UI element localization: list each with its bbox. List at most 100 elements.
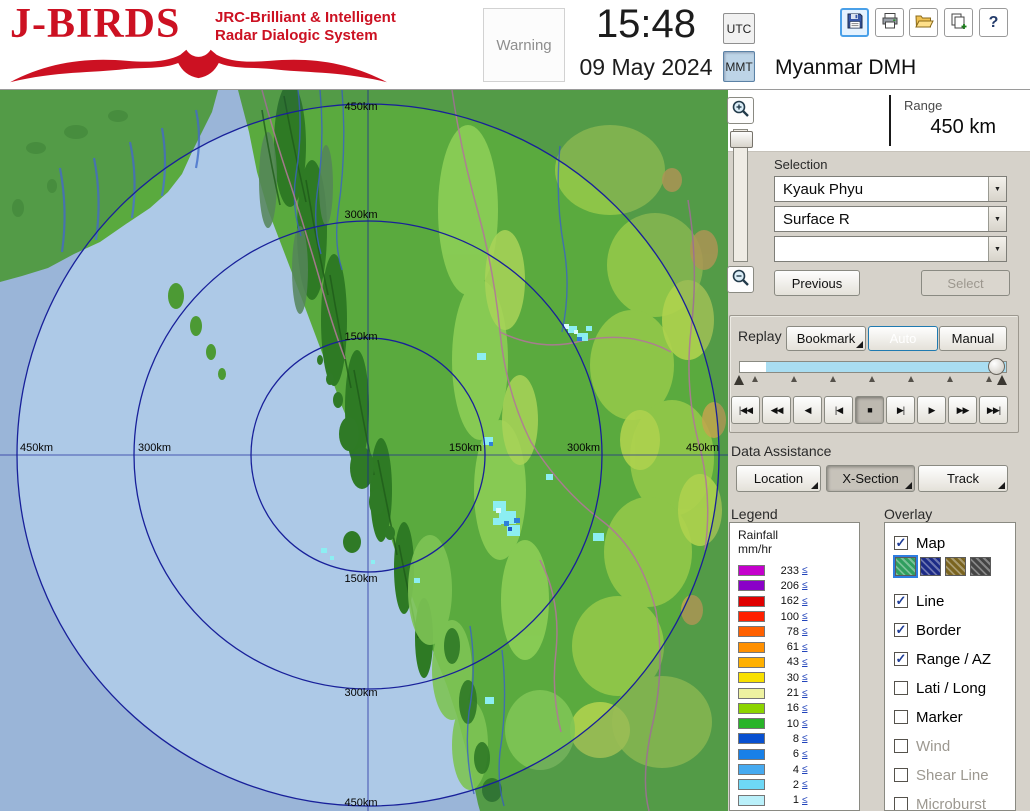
checkbox[interactable]: ✓ <box>894 710 908 724</box>
checkbox: ✓ <box>894 768 908 782</box>
folder-icon <box>914 11 934 34</box>
playback-skip-end-button[interactable]: ▶▶| <box>979 396 1008 424</box>
legend-color-swatch <box>738 642 765 653</box>
track-button-label: Track <box>947 471 979 486</box>
overlay-item-marker[interactable]: ✓ Marker <box>894 707 963 727</box>
product-combo[interactable]: Surface R ▼ <box>774 206 1007 232</box>
playback-skip-start-button[interactable]: |◀◀ <box>731 396 760 424</box>
x-section-button[interactable]: X-Section <box>826 465 915 492</box>
legend-color-swatch <box>738 779 765 790</box>
legend-color-swatch <box>738 580 765 591</box>
track-button[interactable]: Track <box>918 465 1008 492</box>
checkbox[interactable]: ✓ <box>894 594 908 608</box>
legend-row: 4≤ <box>730 762 859 777</box>
map-style-swatch-gray[interactable] <box>970 557 991 576</box>
zoom-in-button[interactable] <box>727 97 754 124</box>
timeline-tick <box>830 376 836 382</box>
ring-label: 300km <box>344 209 377 221</box>
ring-label: 300km <box>344 687 377 699</box>
check-icon: ✓ <box>896 623 907 636</box>
playback-step-forward-button[interactable]: ▶| <box>886 396 915 424</box>
print-button[interactable] <box>875 8 904 37</box>
checkbox[interactable]: ✓ <box>894 681 908 695</box>
corner-arrow-icon <box>905 482 912 489</box>
jbirds-app-window: J-BIRDS JRC-Brilliant & Intelligent Rada… <box>0 0 1030 811</box>
app-logo-title: J-BIRDS <box>10 0 180 48</box>
option-combo-value <box>775 237 988 261</box>
open-folder-button[interactable] <box>909 8 938 37</box>
zoom-slider-handle[interactable] <box>730 131 753 148</box>
chevron-down-icon[interactable]: ▼ <box>988 207 1006 231</box>
zoom-slider-track[interactable] <box>733 129 748 262</box>
legend-title: Rainfall <box>738 528 778 542</box>
legend-row: 8≤ <box>730 731 859 746</box>
check-icon: ✓ <box>896 536 907 549</box>
chevron-down-icon[interactable]: ▼ <box>988 237 1006 261</box>
legend-color-swatch <box>738 626 765 637</box>
mmt-toggle-button[interactable]: MMT <box>723 51 755 82</box>
radar-map-svg: 450km 300km 150km 150km 300km 450km 450k… <box>0 90 728 811</box>
playback-play-button[interactable]: ▶ <box>917 396 946 424</box>
eagle-logo-icon <box>6 48 391 91</box>
legend-row: 162≤ <box>730 594 859 609</box>
utc-toggle-button[interactable]: UTC <box>723 13 755 44</box>
overlay-item-map[interactable]: ✓ Map <box>894 533 945 553</box>
playback-play-reverse-button[interactable]: ◀ <box>793 396 822 424</box>
timeline-end-marker[interactable] <box>997 375 1007 385</box>
help-button[interactable]: ? <box>979 8 1008 37</box>
legend-row: 78≤ <box>730 624 859 639</box>
radar-map[interactable]: 450km 300km 150km 150km 300km 450km 450k… <box>0 90 728 811</box>
bookmark-button[interactable]: Bookmark <box>786 326 866 351</box>
timeline-track[interactable] <box>739 361 1007 373</box>
site-combo[interactable]: Kyauk Phyu ▼ <box>774 176 1007 202</box>
auto-mode-label: Auto <box>890 331 917 346</box>
checkbox[interactable]: ✓ <box>894 536 908 550</box>
map-style-swatch-olive[interactable] <box>945 557 966 576</box>
legend-color-swatch <box>738 795 765 806</box>
header-bar: J-BIRDS JRC-Brilliant & Intelligent Rada… <box>0 0 1030 90</box>
overlay-item-line[interactable]: ✓ Line <box>894 591 944 611</box>
export-button[interactable] <box>944 8 973 37</box>
option-combo[interactable]: ▼ <box>774 236 1007 262</box>
overlay-item-border[interactable]: ✓ Border <box>894 620 961 640</box>
timeline-slider-handle[interactable] <box>988 358 1005 375</box>
checkbox[interactable]: ✓ <box>894 623 908 637</box>
checkbox: ✓ <box>894 739 908 753</box>
playback-fast-forward-button[interactable]: ▶▶ <box>948 396 977 424</box>
range-label: Range <box>904 98 942 113</box>
playback-rewind-button[interactable]: ◀◀ <box>762 396 791 424</box>
playback-step-back-button[interactable]: |◀ <box>824 396 853 424</box>
manual-mode-button[interactable]: Manual <box>939 326 1007 351</box>
overlay-item-lati-long[interactable]: ✓ Lati / Long <box>894 678 986 698</box>
location-button[interactable]: Location <box>736 465 821 492</box>
playback-stop-button[interactable]: ■ <box>855 396 884 424</box>
legend-row: 206≤ <box>730 578 859 593</box>
ring-label: 150km <box>344 573 377 585</box>
save-button[interactable] <box>840 8 869 37</box>
checkbox: ✓ <box>894 797 908 811</box>
zoom-out-icon <box>730 267 752 292</box>
ring-label: 150km <box>449 442 482 454</box>
app-logo-subtitle1: JRC-Brilliant & Intelligent <box>215 9 396 26</box>
warning-indicator[interactable]: Warning <box>483 8 565 82</box>
map-style-swatch-green[interactable] <box>895 557 916 576</box>
legend-row: 16≤ <box>730 701 859 716</box>
auto-mode-button[interactable]: Auto <box>868 326 938 351</box>
ring-label: 450km <box>344 101 377 113</box>
select-button[interactable]: Select <box>921 270 1010 296</box>
overlay-panel: ✓ Map ✓ Line ✓ Border ✓ Range / AZ ✓ Lat… <box>884 522 1016 811</box>
overlay-item-shear-line: ✓ Shear Line <box>894 765 989 785</box>
map-style-swatch-navy[interactable] <box>920 557 941 576</box>
zoom-out-button[interactable] <box>727 266 754 293</box>
corner-arrow-icon <box>998 482 1005 489</box>
checkbox[interactable]: ✓ <box>894 652 908 666</box>
map-style-swatches <box>895 557 991 576</box>
previous-button[interactable]: Previous <box>774 270 860 296</box>
replay-label: Replay <box>738 328 782 344</box>
legend-row: 100≤ <box>730 609 859 624</box>
overlay-item-range-az[interactable]: ✓ Range / AZ <box>894 649 991 669</box>
legend-label: Legend <box>731 506 778 522</box>
overlay-item-wind: ✓ Wind <box>894 736 950 756</box>
chevron-down-icon[interactable]: ▼ <box>988 177 1006 201</box>
timeline-start-marker[interactable] <box>734 375 744 385</box>
